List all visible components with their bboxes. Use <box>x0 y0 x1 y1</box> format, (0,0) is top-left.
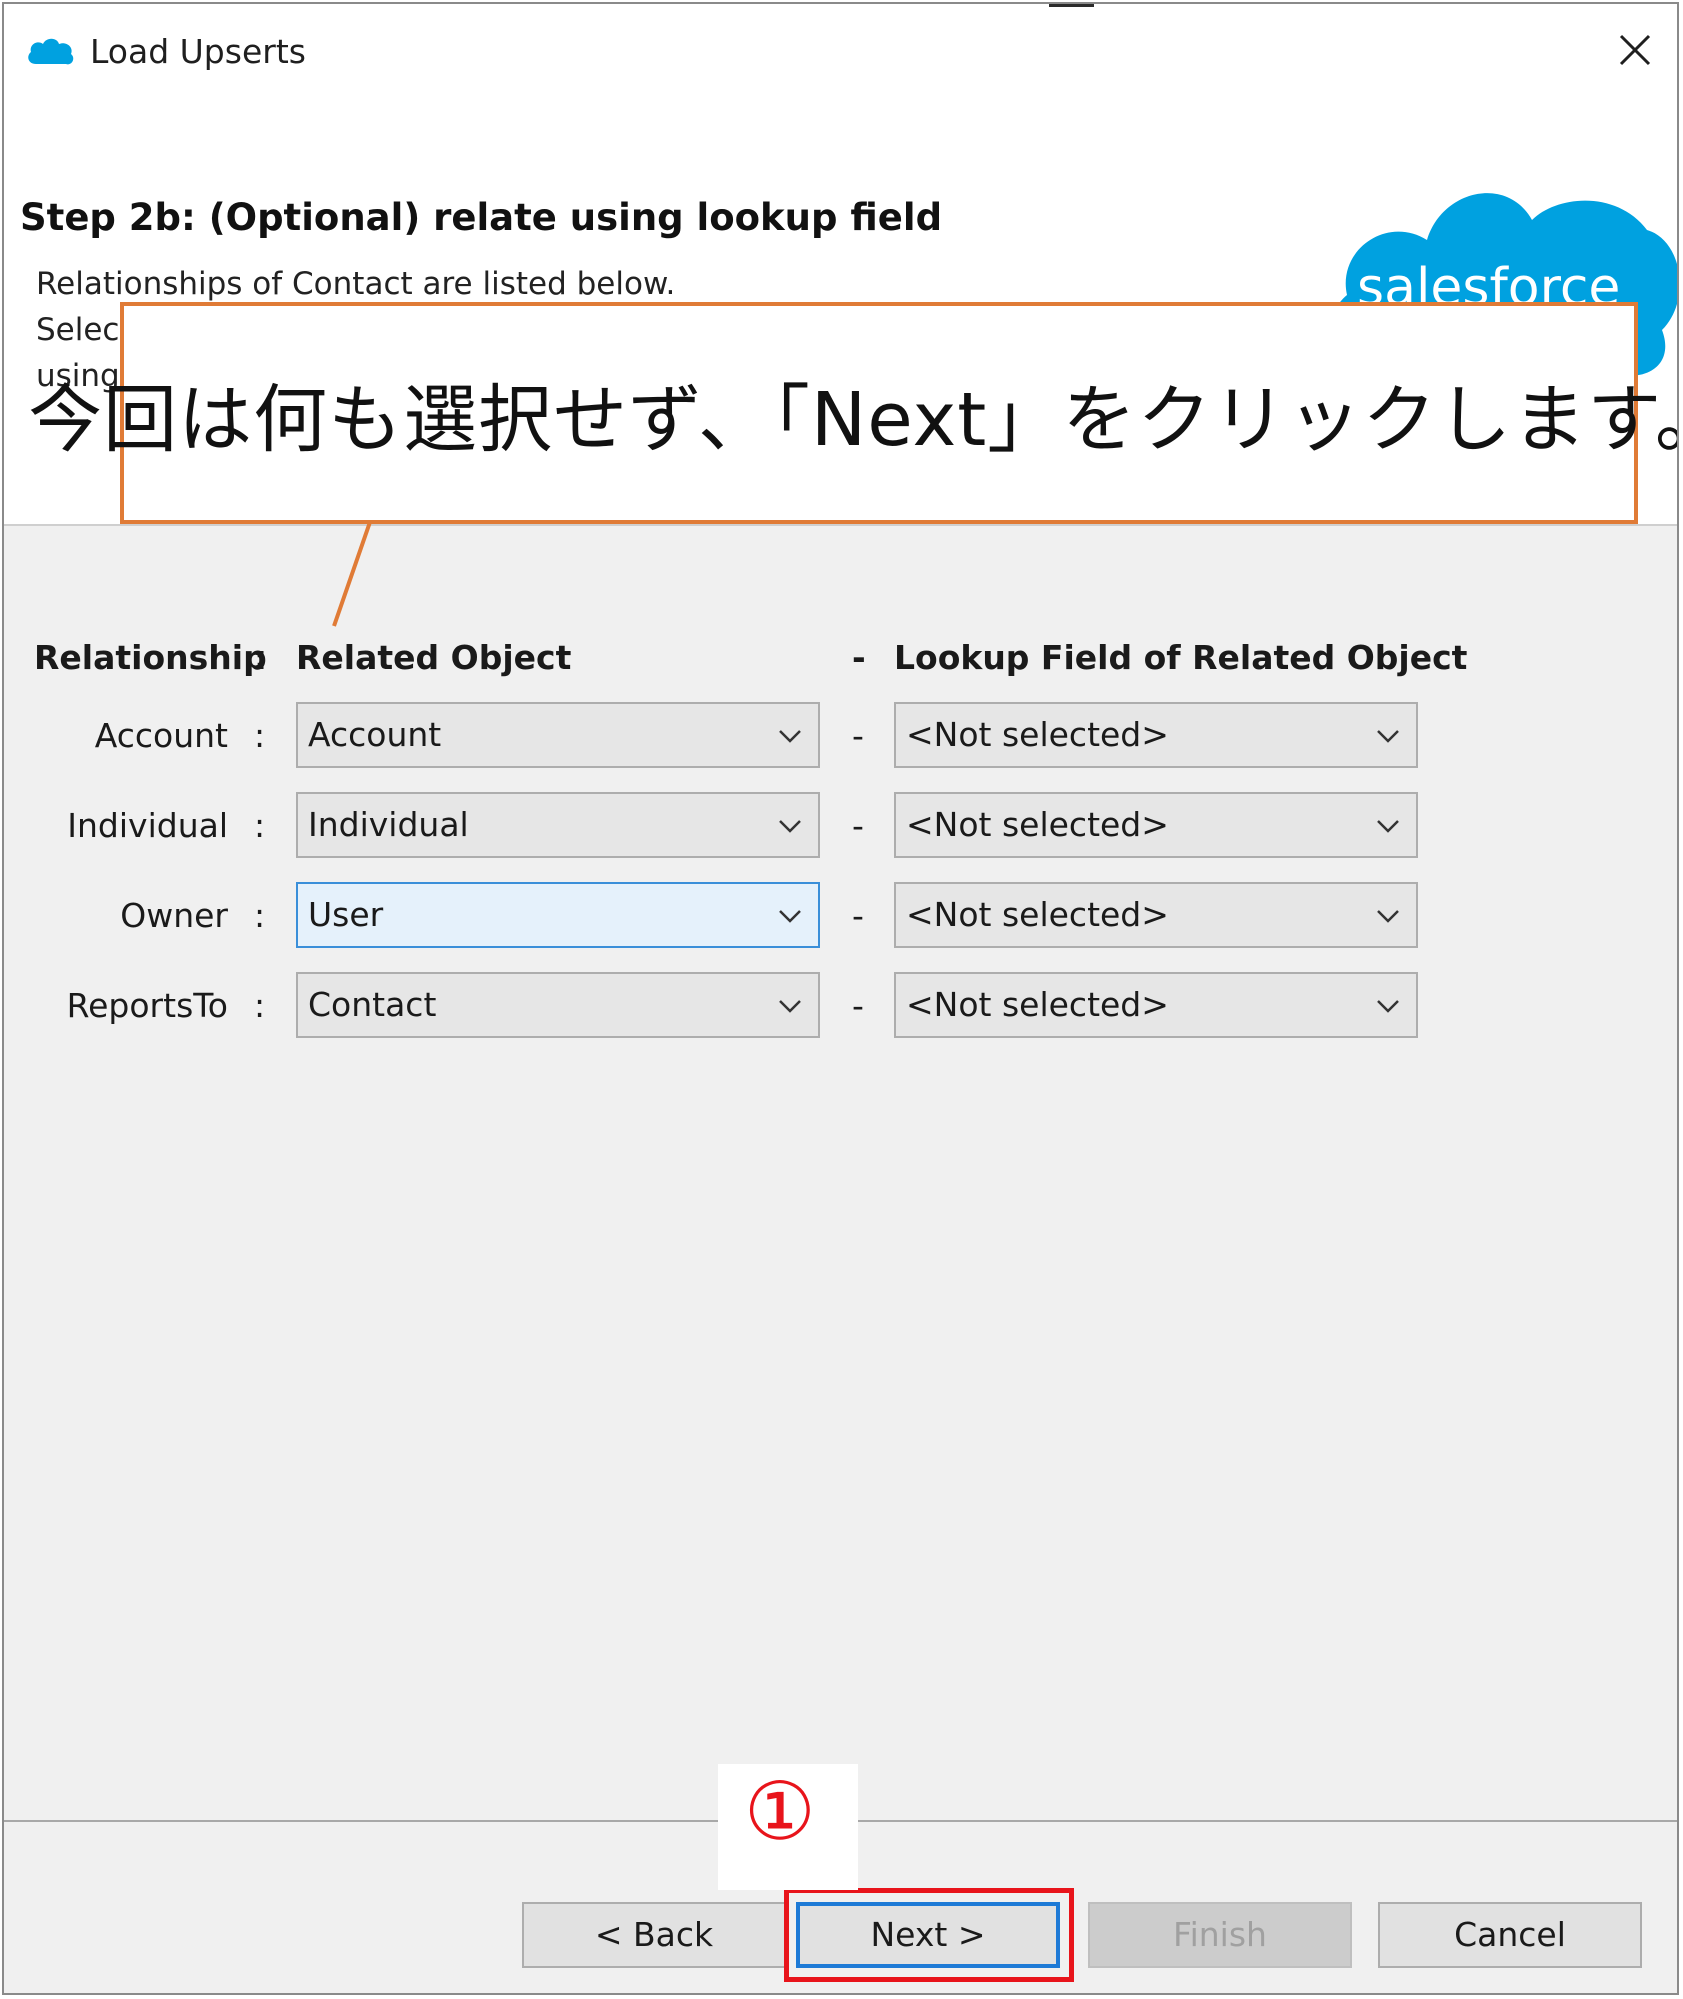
relationship-label-account: Account <box>94 716 228 755</box>
next-button[interactable]: Next > <box>796 1902 1060 1968</box>
lookup-field-value: <Not selected> <box>906 805 1169 844</box>
related-object-select-reportsto[interactable]: Contact <box>296 972 820 1038</box>
annotation-callout: 今回は何も選択せず、「Next」をクリックします。 <box>28 302 1677 524</box>
step-title: Step 2b: (Optional) relate using lookup … <box>20 196 943 239</box>
description-line-1: Relationships of Contact are listed belo… <box>36 266 676 302</box>
row-colon: : <box>254 986 266 1025</box>
close-icon[interactable] <box>1611 26 1659 74</box>
related-object-select-owner[interactable]: User <box>296 882 820 948</box>
title-bar: Load Upserts <box>4 4 1677 104</box>
description-line-2: Selec <box>36 312 120 348</box>
lookup-field-select-owner[interactable]: <Not selected> <box>894 882 1418 948</box>
salesforce-cloud-icon <box>28 38 74 65</box>
lookup-field-value: <Not selected> <box>906 715 1169 754</box>
chevron-down-icon <box>1377 820 1399 833</box>
chevron-down-icon <box>1377 1000 1399 1013</box>
finish-button: Finish <box>1088 1902 1352 1968</box>
column-header-dash: - <box>852 638 866 677</box>
chevron-down-icon <box>1377 730 1399 743</box>
chevron-down-icon <box>779 730 801 743</box>
column-header-lookup-field: Lookup Field of Related Object <box>894 638 1468 677</box>
related-object-value: Individual <box>308 805 469 844</box>
related-object-value: User <box>308 895 384 934</box>
related-object-value: Contact <box>308 985 437 1024</box>
row-dash: - <box>852 896 864 935</box>
row-colon: : <box>254 806 266 845</box>
relationship-label-owner: Owner <box>120 896 228 935</box>
cancel-button[interactable]: Cancel <box>1378 1902 1642 1968</box>
chevron-down-icon <box>779 1000 801 1013</box>
row-colon: : <box>254 896 266 935</box>
lookup-field-value: <Not selected> <box>906 985 1169 1024</box>
row-dash: - <box>852 986 864 1025</box>
step-marker: ① <box>744 1765 816 1858</box>
row-colon: : <box>254 716 266 755</box>
column-header-related-object: Related Object <box>296 638 572 677</box>
lookup-field-value: <Not selected> <box>906 895 1169 934</box>
chevron-down-icon <box>779 910 801 923</box>
chevron-down-icon <box>779 820 801 833</box>
related-object-select-account[interactable]: Account <box>296 702 820 768</box>
relationship-label-reportsto: ReportsTo <box>66 986 228 1025</box>
window-title: Load Upserts <box>90 32 306 71</box>
chevron-down-icon <box>1377 910 1399 923</box>
relationships-panel: Relationship : Related Object - Lookup F… <box>4 526 1677 1820</box>
dialog-window: Load Upserts Step 2b: (Optional) relate … <box>2 2 1679 1995</box>
column-header-colon: : <box>254 638 268 677</box>
column-header-relationship: Relationship <box>34 638 267 677</box>
lookup-field-select-account[interactable]: <Not selected> <box>894 702 1418 768</box>
row-dash: - <box>852 806 864 845</box>
relationship-label-individual: Individual <box>67 806 228 845</box>
back-button[interactable]: < Back <box>522 1902 786 1968</box>
related-object-select-individual[interactable]: Individual <box>296 792 820 858</box>
lookup-field-select-reportsto[interactable]: <Not selected> <box>894 972 1418 1038</box>
related-object-value: Account <box>308 715 442 754</box>
callout-pointer <box>332 522 372 627</box>
lookup-field-select-individual[interactable]: <Not selected> <box>894 792 1418 858</box>
row-dash: - <box>852 716 864 755</box>
